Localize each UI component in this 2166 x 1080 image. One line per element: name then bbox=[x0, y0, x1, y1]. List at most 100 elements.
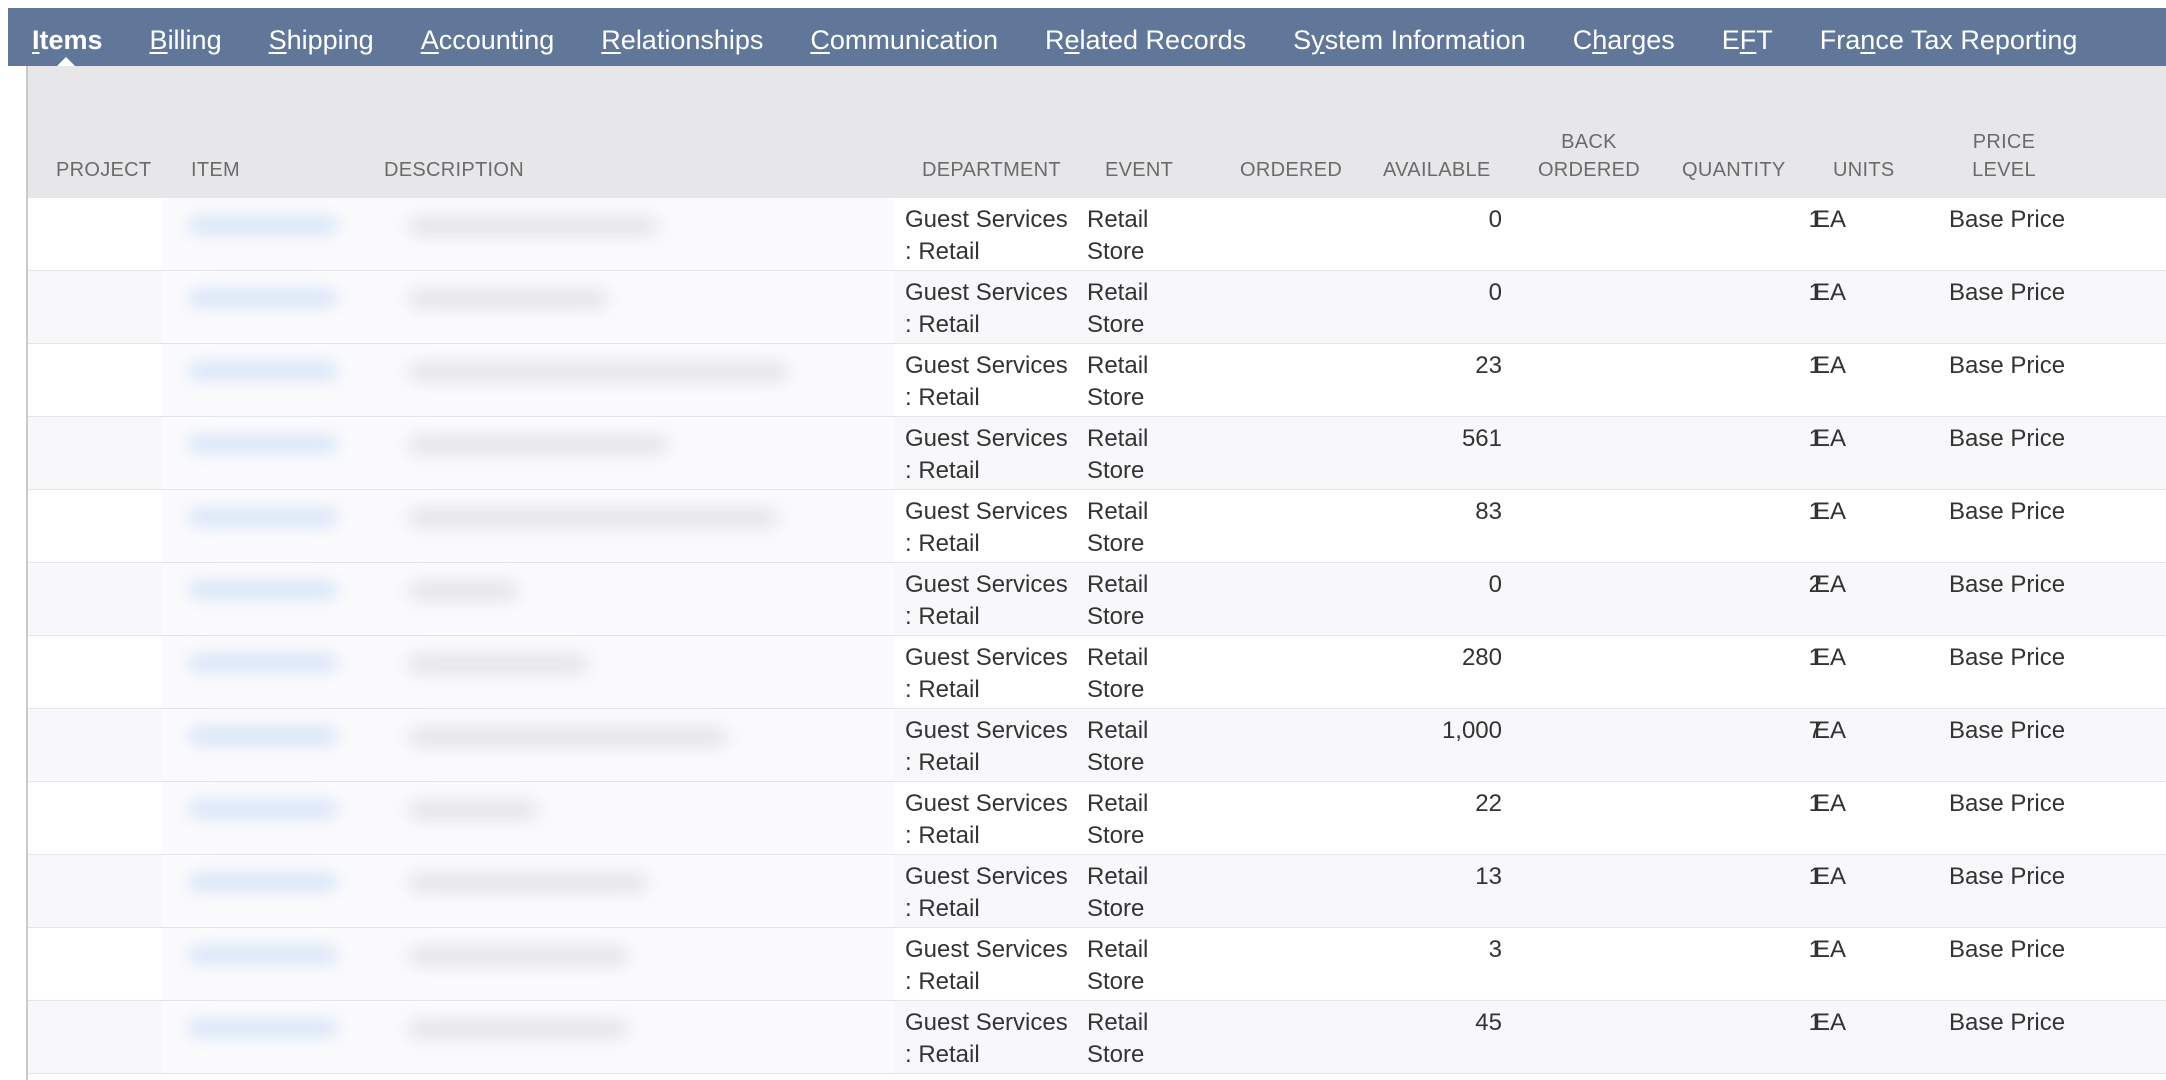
tab-eft[interactable]: EFT bbox=[1722, 8, 1773, 66]
cell-price-level[interactable]: Base Price bbox=[1949, 350, 2149, 382]
item-link-redacted[interactable] bbox=[188, 800, 338, 818]
table-row[interactable]: Guest Services: Retail Retail Store 561 1 EA B… bbox=[28, 417, 2166, 490]
col-header-department[interactable]: DEPARTMENT bbox=[922, 156, 1061, 184]
cell-price-level[interactable]: Base Price bbox=[1949, 277, 2149, 309]
cell-quantity[interactable]: 1 bbox=[1628, 934, 1822, 966]
cell-units[interactable]: EA bbox=[1814, 569, 1874, 601]
cell-quantity[interactable]: 1 bbox=[1628, 204, 1822, 236]
cell-units[interactable]: EA bbox=[1814, 496, 1874, 528]
table-row[interactable]: Guest Services: Retail Retail Store 45 1 EA Ba… bbox=[28, 1001, 2166, 1074]
cell-department[interactable]: Guest Services: Retail bbox=[905, 1007, 1080, 1071]
tab-billing[interactable]: Billing bbox=[150, 8, 222, 66]
cell-event[interactable]: Retail Store bbox=[1087, 423, 1177, 487]
cell-quantity[interactable]: 1 bbox=[1628, 1007, 1822, 1039]
cell-department[interactable]: Guest Services: Retail bbox=[905, 569, 1080, 633]
col-header-item[interactable]: ITEM bbox=[191, 156, 240, 184]
cell-quantity[interactable]: 1 bbox=[1628, 642, 1822, 674]
tab-france-tax-reporting[interactable]: France Tax Reporting bbox=[1820, 8, 2078, 66]
cell-units[interactable]: EA bbox=[1814, 861, 1874, 893]
cell-quantity[interactable]: 2 bbox=[1628, 569, 1822, 601]
cell-units[interactable]: EA bbox=[1814, 204, 1874, 236]
cell-department[interactable]: Guest Services: Retail bbox=[905, 350, 1080, 414]
table-row[interactable]: Guest Services: Retail Retail Store 3 1 EA Bas… bbox=[28, 928, 2166, 1001]
cell-event[interactable]: Retail Store bbox=[1087, 934, 1177, 998]
cell-department[interactable]: Guest Services: Retail bbox=[905, 788, 1080, 852]
item-link-redacted[interactable] bbox=[188, 435, 338, 453]
table-row[interactable]: Guest Services: Retail Retail Store 280 1 EA B… bbox=[28, 636, 2166, 709]
cell-department[interactable]: Guest Services: Retail bbox=[905, 715, 1080, 779]
tab-communication[interactable]: Communication bbox=[810, 8, 998, 66]
table-row[interactable]: Guest Services: Retail Retail Store 23 1 EA Ba… bbox=[28, 344, 2166, 417]
cell-price-level[interactable]: Base Price bbox=[1949, 642, 2149, 674]
tab-charges[interactable]: Charges bbox=[1573, 8, 1675, 66]
cell-units[interactable]: EA bbox=[1814, 1007, 1874, 1039]
cell-quantity[interactable]: 1 bbox=[1628, 861, 1822, 893]
cell-price-level[interactable]: Base Price bbox=[1949, 423, 2149, 455]
tab-relationships[interactable]: Relationships bbox=[601, 8, 763, 66]
cell-department[interactable]: Guest Services: Retail bbox=[905, 496, 1080, 560]
cell-price-level[interactable]: Base Price bbox=[1949, 715, 2149, 747]
table-row[interactable]: Guest Services: Retail Retail Store 0 1 EA Bas… bbox=[28, 271, 2166, 344]
cell-units[interactable]: EA bbox=[1814, 788, 1874, 820]
table-row[interactable]: Guest Services: Retail Retail Store 13 1 EA Ba… bbox=[28, 855, 2166, 928]
cell-units[interactable]: EA bbox=[1814, 715, 1874, 747]
tab-related-records[interactable]: Related Records bbox=[1045, 8, 1246, 66]
col-header-units[interactable]: UNITS bbox=[1833, 156, 1895, 184]
cell-event[interactable]: Retail Store bbox=[1087, 569, 1177, 633]
cell-price-level[interactable]: Base Price bbox=[1949, 788, 2149, 820]
table-row[interactable]: Guest Services: Retail Retail Store 0 2 EA Bas… bbox=[28, 563, 2166, 636]
item-link-redacted[interactable] bbox=[188, 1019, 338, 1037]
item-link-redacted[interactable] bbox=[188, 362, 338, 380]
cell-units[interactable]: EA bbox=[1814, 350, 1874, 382]
item-link-redacted[interactable] bbox=[188, 873, 338, 891]
cell-units[interactable]: EA bbox=[1814, 642, 1874, 674]
col-header-quantity[interactable]: QUANTITY bbox=[1682, 156, 1786, 184]
col-header-event[interactable]: EVENT bbox=[1105, 156, 1173, 184]
col-header-price-level[interactable]: PRICE LEVEL bbox=[1958, 128, 2050, 184]
cell-event[interactable]: Retail Store bbox=[1087, 204, 1177, 268]
tab-items[interactable]: Items bbox=[32, 8, 103, 66]
cell-price-level[interactable]: Base Price bbox=[1949, 861, 2149, 893]
col-header-project[interactable]: PROJECT bbox=[56, 156, 151, 184]
col-header-ordered[interactable]: ORDERED bbox=[1240, 156, 1342, 184]
cell-quantity[interactable]: 1 bbox=[1628, 423, 1822, 455]
cell-quantity[interactable]: 1 bbox=[1628, 788, 1822, 820]
cell-department[interactable]: Guest Services: Retail bbox=[905, 277, 1080, 341]
cell-quantity[interactable]: 7 bbox=[1628, 715, 1822, 747]
cell-quantity[interactable]: 1 bbox=[1628, 350, 1822, 382]
table-row[interactable]: Guest Services: Retail Retail Store 1,000 7 E… bbox=[28, 709, 2166, 782]
cell-department[interactable]: Guest Services: Retail bbox=[905, 204, 1080, 268]
col-header-back-ordered[interactable]: BACK ORDERED bbox=[1532, 128, 1646, 184]
tab-accounting[interactable]: Accounting bbox=[421, 8, 555, 66]
item-link-redacted[interactable] bbox=[188, 581, 338, 599]
cell-price-level[interactable]: Base Price bbox=[1949, 934, 2149, 966]
cell-event[interactable]: Retail Store bbox=[1087, 788, 1177, 852]
item-link-redacted[interactable] bbox=[188, 654, 338, 672]
tab-system-information[interactable]: System Information bbox=[1293, 8, 1526, 66]
cell-department[interactable]: Guest Services: Retail bbox=[905, 423, 1080, 487]
item-link-redacted[interactable] bbox=[188, 216, 338, 234]
cell-price-level[interactable]: Base Price bbox=[1949, 496, 2149, 528]
cell-quantity[interactable]: 1 bbox=[1628, 496, 1822, 528]
cell-price-level[interactable]: Base Price bbox=[1949, 569, 2149, 601]
cell-event[interactable]: Retail Store bbox=[1087, 861, 1177, 925]
cell-event[interactable]: Retail Store bbox=[1087, 277, 1177, 341]
item-link-redacted[interactable] bbox=[188, 727, 338, 745]
cell-units[interactable]: EA bbox=[1814, 423, 1874, 455]
cell-price-level[interactable]: Base Price bbox=[1949, 204, 2149, 236]
col-header-description[interactable]: DESCRIPTION bbox=[384, 156, 524, 184]
cell-department[interactable]: Guest Services: Retail bbox=[905, 642, 1080, 706]
table-row[interactable]: Guest Services: Retail Retail Store 22 1 EA Ba… bbox=[28, 782, 2166, 855]
cell-quantity[interactable]: 1 bbox=[1628, 277, 1822, 309]
cell-event[interactable]: Retail Store bbox=[1087, 350, 1177, 414]
item-link-redacted[interactable] bbox=[188, 508, 338, 526]
cell-event[interactable]: Retail Store bbox=[1087, 642, 1177, 706]
cell-event[interactable]: Retail Store bbox=[1087, 715, 1177, 779]
cell-department[interactable]: Guest Services: Retail bbox=[905, 934, 1080, 998]
cell-price-level[interactable]: Base Price bbox=[1949, 1007, 2149, 1039]
item-link-redacted[interactable] bbox=[188, 946, 338, 964]
table-row[interactable]: Guest Services: Retail Retail Store 0 1 EA Bas… bbox=[28, 198, 2166, 271]
tab-shipping[interactable]: Shipping bbox=[269, 8, 374, 66]
item-link-redacted[interactable] bbox=[188, 289, 338, 307]
cell-units[interactable]: EA bbox=[1814, 277, 1874, 309]
